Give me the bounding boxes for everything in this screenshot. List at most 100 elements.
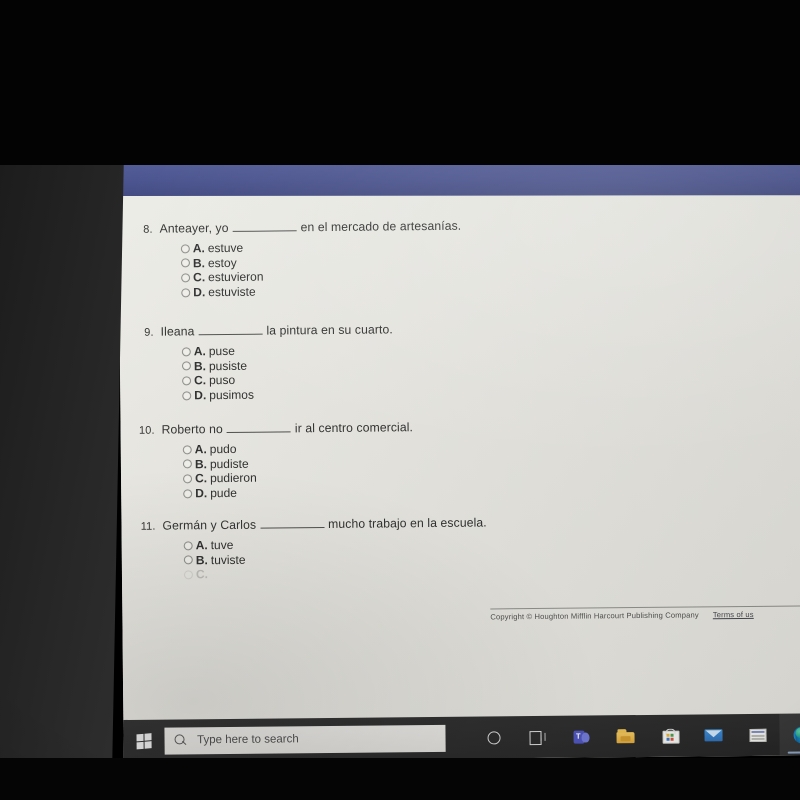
option-letter: C. [194, 471, 208, 486]
option-text: estuve [207, 241, 244, 256]
option-text: pusiste [208, 358, 248, 374]
option-letter: D. [194, 388, 207, 403]
question-number: 10. [138, 424, 155, 437]
taskbar-item-file-explorer[interactable] [603, 715, 647, 757]
option-letter: A. [195, 538, 208, 553]
question-prompt: 8. Anteayer, yo en el mercado de artesan… [119, 215, 800, 236]
bezel-top [0, 0, 800, 165]
copyright-text: Copyright © Houghton Mifflin Harcourt Pu… [490, 610, 699, 622]
search-placeholder: Type here to search [197, 733, 299, 747]
answer-blank [226, 422, 291, 433]
taskbar-item-cortana[interactable] [471, 716, 515, 758]
radio-button-icon[interactable] [180, 244, 190, 254]
question-text-before: Roberto no [161, 422, 223, 437]
radio-button-icon[interactable] [182, 390, 192, 400]
option-text: tuve [210, 538, 234, 553]
terms-of-use-link[interactable]: Terms of us [713, 610, 754, 619]
browser-viewport: Lesson 2 8. Anteayer, yo en el mercado d… [118, 155, 800, 762]
radio-button-icon[interactable] [181, 273, 191, 283]
store-bag-icon [662, 728, 677, 743]
page-footer: Copyright © Houghton Mifflin Harcourt Pu… [490, 605, 800, 622]
taskbar-item-document[interactable] [735, 714, 779, 756]
option-letter: B. [194, 457, 207, 472]
question-prompt: 10. Roberto no ir al centro comercial. [121, 416, 800, 437]
cortana-circle-icon [486, 730, 501, 744]
option-text: estuviste [208, 284, 256, 300]
option-letter: C. [194, 373, 207, 388]
question-block: 11. Germán y Carlos mucho trabajo en la … [121, 512, 800, 582]
radio-button-icon[interactable] [181, 347, 191, 357]
search-icon [174, 734, 186, 746]
radio-button-icon[interactable] [183, 541, 193, 551]
teams-icon: T [573, 729, 589, 744]
option-letter: D. [193, 285, 206, 300]
option-letter: B. [193, 359, 207, 374]
option-letter: B. [195, 553, 208, 568]
mail-envelope-icon [704, 729, 722, 741]
question-block: 9. Ileana la pintura en su cuarto. A. pu… [120, 318, 800, 403]
question-text-before: Ileana [160, 324, 195, 339]
question-number: 11. [140, 520, 156, 533]
lesson-header-bar [118, 161, 800, 197]
question-text-before: Anteayer, yo [159, 220, 229, 236]
question-prompt: 9. Ileana la pintura en su cuarto. [120, 318, 800, 339]
option-letter: A. [194, 442, 207, 457]
option-letter: C. [193, 270, 206, 285]
option-text: tuviste [210, 552, 246, 568]
option-list: A. estuve B. estoy C. estuvieron D. estu… [119, 235, 800, 300]
taskbar-item-edge[interactable] [779, 713, 800, 756]
option-text: puso [209, 373, 236, 388]
edge-icon [792, 725, 800, 744]
question-text-after: mucho trabajo en la escuela. [328, 515, 487, 531]
taskbar-item-store[interactable] [647, 715, 691, 757]
question-number: 8. [143, 223, 153, 236]
document-icon [749, 728, 766, 741]
option-text: puse [208, 344, 235, 359]
radio-button-icon[interactable] [180, 258, 191, 268]
question-text-after: ir al centro comercial. [294, 420, 414, 436]
taskbar-search-input[interactable]: Type here to search [163, 724, 446, 755]
answer-blank [260, 518, 325, 529]
quiz-page: 8. Anteayer, yo en el mercado de artesan… [118, 187, 800, 722]
option-text: pudieron [209, 471, 257, 486]
radio-button-icon[interactable] [183, 488, 193, 498]
answer-blank [232, 221, 297, 232]
question-text-after: la pintura en su cuarto. [266, 322, 393, 338]
question-number: 9. [144, 326, 154, 339]
bezel-bottom [0, 758, 800, 800]
option-text: pusimos [209, 387, 254, 403]
radio-button-icon[interactable] [183, 570, 194, 580]
option-letter: D. [195, 486, 208, 501]
windows-taskbar: Type here to search T [123, 713, 800, 762]
bezel-left [0, 150, 125, 800]
option-letter: B. [192, 256, 206, 271]
question-text-before: Germán y Carlos [162, 517, 257, 533]
taskbar-item-task-view[interactable] [515, 716, 559, 758]
option-text: estoy [207, 255, 237, 271]
option-text: pudo [209, 442, 237, 457]
taskbar-app-tray: T [471, 713, 800, 758]
start-button[interactable] [123, 720, 164, 762]
taskbar-item-teams[interactable]: T [559, 715, 603, 757]
option-letter: A. [192, 241, 205, 256]
radio-button-icon[interactable] [182, 376, 192, 386]
radio-button-icon[interactable] [182, 445, 192, 455]
option-letter: A. [193, 344, 206, 359]
radio-button-icon[interactable] [183, 555, 193, 565]
radio-button-icon[interactable] [182, 459, 192, 469]
radio-button-icon[interactable] [181, 287, 191, 297]
windows-logo-icon [136, 732, 152, 749]
laptop-screen-photo: Lesson 2 8. Anteayer, yo en el mercado d… [0, 0, 800, 800]
taskbar-item-mail[interactable] [691, 714, 735, 756]
option-letter: C. [195, 567, 209, 582]
question-text-after: en el mercado de artesanías. [300, 218, 462, 235]
question-block: 8. Anteayer, yo en el mercado de artesan… [119, 215, 800, 300]
folder-icon [616, 729, 634, 743]
radio-button-icon[interactable] [183, 474, 193, 484]
radio-button-icon[interactable] [181, 361, 192, 371]
option-text: pudiste [209, 456, 249, 472]
option-text: pude [210, 485, 237, 501]
option-list: A. puse B. pusiste C. puso D. pusimos [120, 338, 800, 403]
option-list: A. tuve B. tuviste C. [122, 532, 800, 582]
option-list: A. pudo B. pudiste C. pudieron D. pude [121, 436, 800, 501]
